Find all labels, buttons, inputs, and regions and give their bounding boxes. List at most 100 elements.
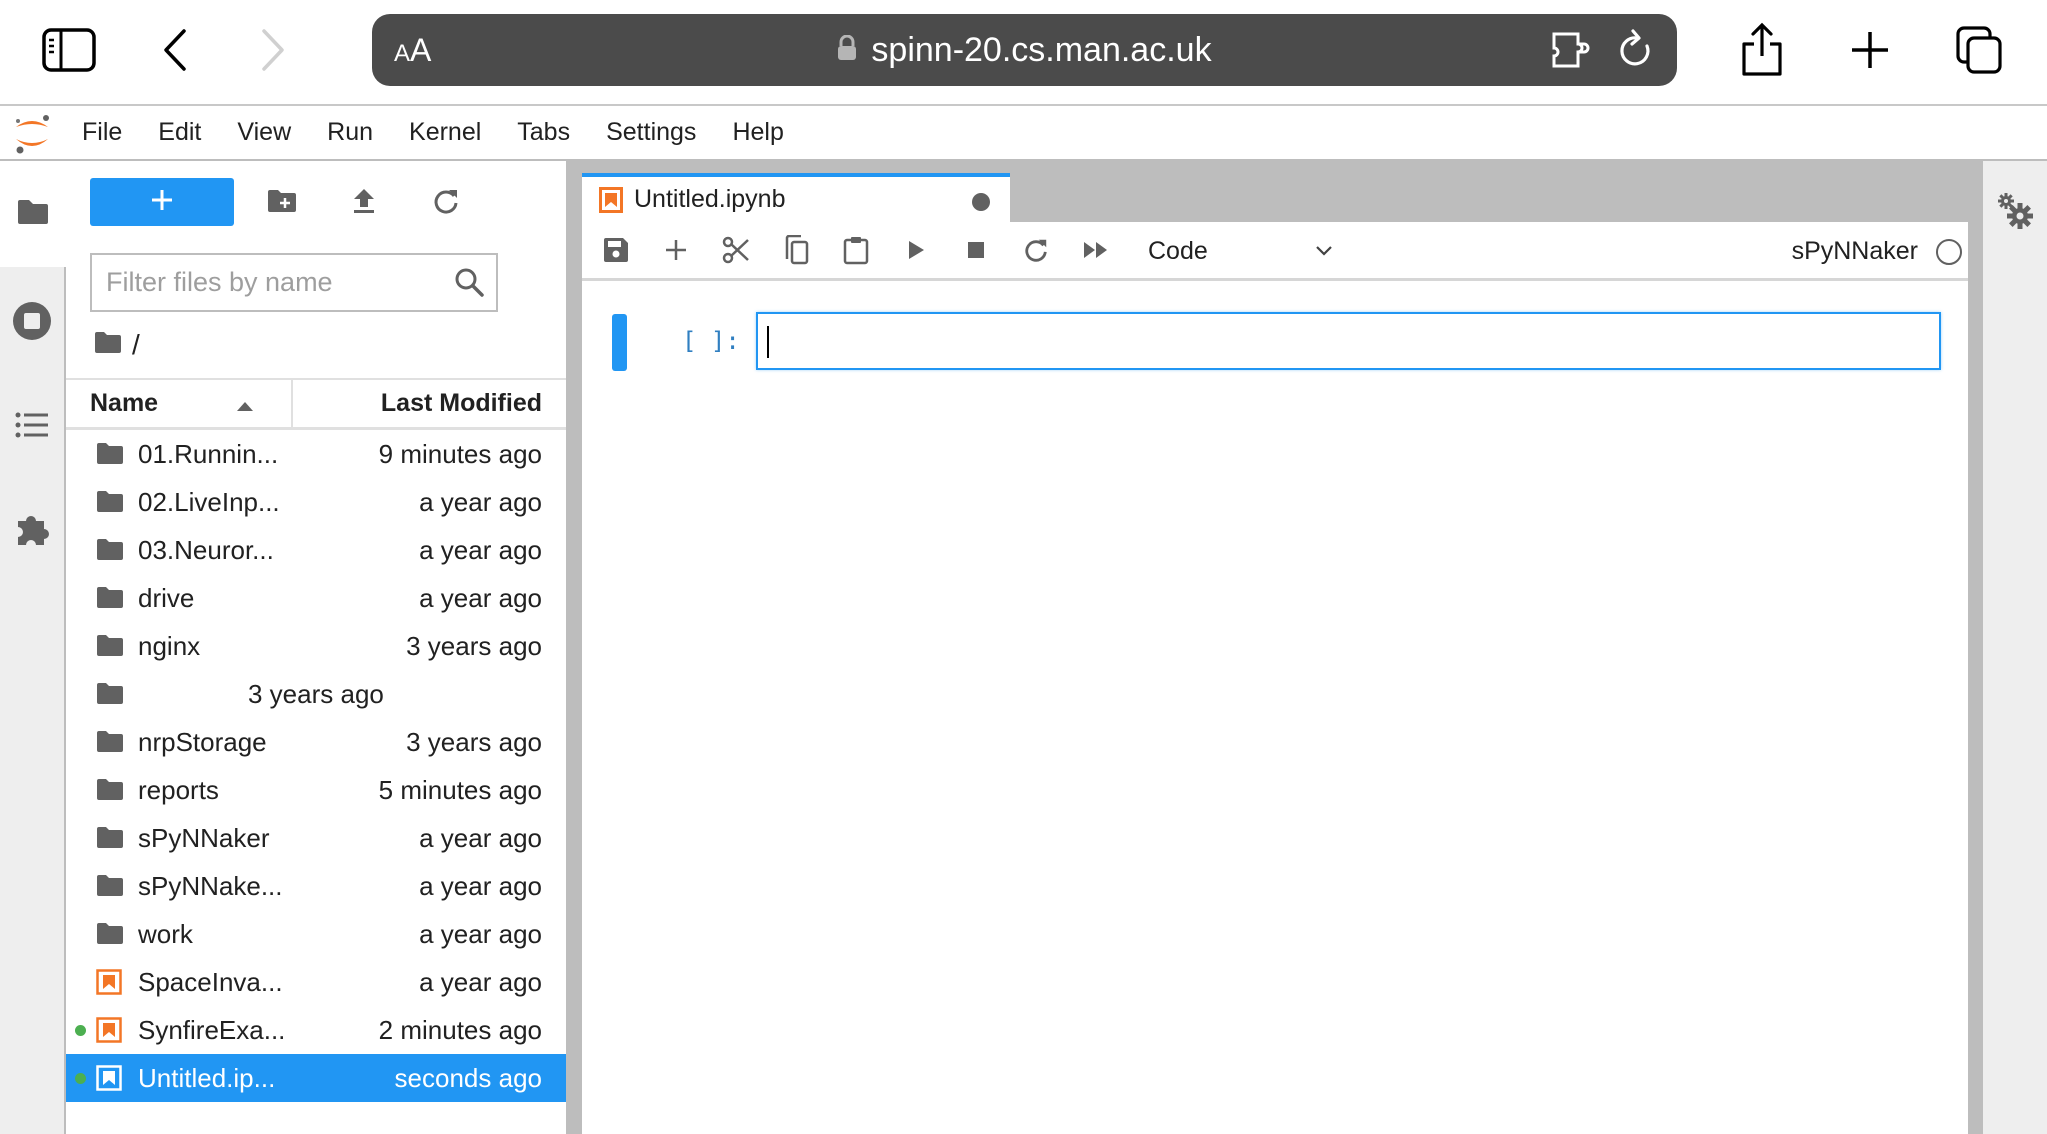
notebook-toolbar: Code sPyNNaker <box>582 222 1968 281</box>
search-icon[interactable] <box>454 267 484 302</box>
file-list-item[interactable]: SpaceInva... a year ago <box>66 958 566 1006</box>
text-cursor <box>767 326 769 358</box>
menu-edit[interactable]: Edit <box>140 105 219 160</box>
sidebar-tab-running[interactable] <box>0 301 64 346</box>
restart-kernel-button[interactable] <box>1018 234 1054 270</box>
file-last-modified: a year ago <box>419 967 542 997</box>
run-cell-button[interactable] <box>898 234 934 270</box>
filter-files-field[interactable] <box>90 253 498 312</box>
upload-button[interactable] <box>342 181 386 225</box>
right-sidebar <box>1983 161 2047 1134</box>
file-list-item[interactable]: drive a year ago <box>66 574 566 622</box>
column-header-last-modified[interactable]: Last Modified <box>293 380 566 427</box>
puzzle-icon <box>14 511 50 552</box>
copy-cell-button[interactable] <box>778 234 814 270</box>
menu-view[interactable]: View <box>219 105 309 160</box>
gears-icon <box>1995 193 2035 235</box>
play-icon <box>907 240 925 265</box>
save-button[interactable] <box>598 234 634 270</box>
stop-circle-icon <box>12 301 52 346</box>
property-inspector-tab[interactable] <box>1995 191 2035 236</box>
file-list-item[interactable]: work a year ago <box>66 910 566 958</box>
lock-icon <box>837 31 857 70</box>
folder-icon <box>16 198 50 231</box>
file-name: work <box>138 919 193 949</box>
menu-run[interactable]: Run <box>309 105 391 160</box>
kernel-idle-status-icon <box>1936 239 1962 265</box>
code-cell[interactable]: [ ]: <box>582 312 1968 371</box>
paste-cell-button[interactable] <box>838 234 874 270</box>
folder-icon <box>96 777 124 803</box>
cut-cell-button[interactable] <box>718 234 754 270</box>
file-name: Untitled.ip... <box>138 1063 276 1093</box>
notebook-icon <box>96 1065 124 1091</box>
sidebar-tab-table-of-contents[interactable] <box>0 411 64 444</box>
file-list-item[interactable]: 02.LiveInp... a year ago <box>66 478 566 526</box>
file-list-item[interactable]: sPyNNake... a year ago <box>66 862 566 910</box>
file-last-modified: 3 years ago <box>406 631 542 661</box>
file-list-item[interactable]: nginx 3 years ago <box>66 622 566 670</box>
menu-bar: File Edit View Run Kernel Tabs Settings … <box>0 106 2047 161</box>
back-icon[interactable] <box>160 28 190 72</box>
new-tab-icon[interactable] <box>1850 30 1890 70</box>
url-display[interactable]: spinn-20.cs.man.ac.uk <box>372 14 1677 86</box>
tab-untitled-notebook[interactable]: Untitled.ipynb <box>582 173 1010 223</box>
file-name: nginx <box>138 631 201 661</box>
address-bar[interactable]: AA spinn-20.cs.man.ac.uk <box>372 14 1677 86</box>
file-last-modified: 3 years ago <box>406 727 542 757</box>
fast-forward-icon <box>1083 241 1109 264</box>
column-header-name[interactable]: Name <box>66 380 293 427</box>
reload-icon[interactable] <box>1617 28 1657 72</box>
folder-icon <box>96 681 124 707</box>
menu-file[interactable]: File <box>64 105 140 160</box>
cell-type-dropdown[interactable]: Code <box>1148 231 1334 271</box>
file-list-item[interactable]: 3 years ago <box>66 670 566 718</box>
cell-input-prompt: [ ]: <box>682 327 740 355</box>
new-launcher-button[interactable] <box>90 178 234 226</box>
sidebar-tab-extensions[interactable] <box>0 511 64 552</box>
home-folder-icon[interactable] <box>94 329 122 361</box>
menu-tabs[interactable]: Tabs <box>499 105 588 160</box>
extension-icon[interactable] <box>1550 30 1594 70</box>
sidebar-toggle-icon[interactable] <box>42 28 96 72</box>
file-name: drive <box>138 583 195 613</box>
column-header-name-label: Name <box>90 389 159 417</box>
file-list-item[interactable]: sPyNNaker a year ago <box>66 814 566 862</box>
cell-type-value: Code <box>1148 237 1208 265</box>
file-name: 02.LiveInp... <box>138 487 280 517</box>
kernel-name[interactable]: sPyNNaker <box>1792 222 1918 281</box>
breadcrumb-root[interactable]: / <box>132 329 140 361</box>
file-list: 01.Runnin... 9 minutes ago 02.LiveInp... a … <box>66 430 566 1102</box>
file-list-item[interactable]: reports 5 minutes ago <box>66 766 566 814</box>
sidebar-tab-file-browser[interactable] <box>0 161 66 267</box>
menu-help[interactable]: Help <box>714 105 801 160</box>
interrupt-kernel-button[interactable] <box>958 234 994 270</box>
file-list-item[interactable]: Untitled.ip... seconds ago <box>66 1054 566 1102</box>
refresh-button[interactable] <box>424 181 468 225</box>
insert-cell-button[interactable] <box>658 234 694 270</box>
dock-right-border <box>1968 161 1983 1134</box>
new-folder-icon <box>267 188 297 219</box>
forward-icon[interactable] <box>258 28 288 72</box>
notebook-icon <box>96 1017 124 1043</box>
file-list-item[interactable]: SynfireExa... 2 minutes ago <box>66 1006 566 1054</box>
menu-settings[interactable]: Settings <box>588 105 714 160</box>
file-last-modified: seconds ago <box>394 1063 542 1093</box>
file-list-item[interactable]: 03.Neuror... a year ago <box>66 526 566 574</box>
notebook-panel: Code sPyNNaker [ ]: <box>582 222 1968 1134</box>
file-last-modified: 2 minutes ago <box>378 1015 542 1045</box>
restart-run-all-button[interactable] <box>1078 234 1114 270</box>
menu-kernel[interactable]: Kernel <box>391 105 499 160</box>
cell-code-editor[interactable] <box>756 312 1941 370</box>
filter-files-input[interactable] <box>106 255 446 310</box>
cell-collapser[interactable] <box>612 314 627 371</box>
new-folder-button[interactable] <box>260 181 304 225</box>
stop-icon <box>967 241 985 264</box>
unsaved-indicator-icon[interactable] <box>972 193 990 211</box>
file-list-item[interactable]: nrpStorage 3 years ago <box>66 718 566 766</box>
file-list-item[interactable]: 01.Runnin... 9 minutes ago <box>66 430 566 478</box>
plus-icon <box>665 239 687 266</box>
share-icon[interactable] <box>1740 22 1784 78</box>
tabs-overview-icon[interactable] <box>1956 26 2004 74</box>
file-last-modified: 3 years ago <box>248 679 384 709</box>
